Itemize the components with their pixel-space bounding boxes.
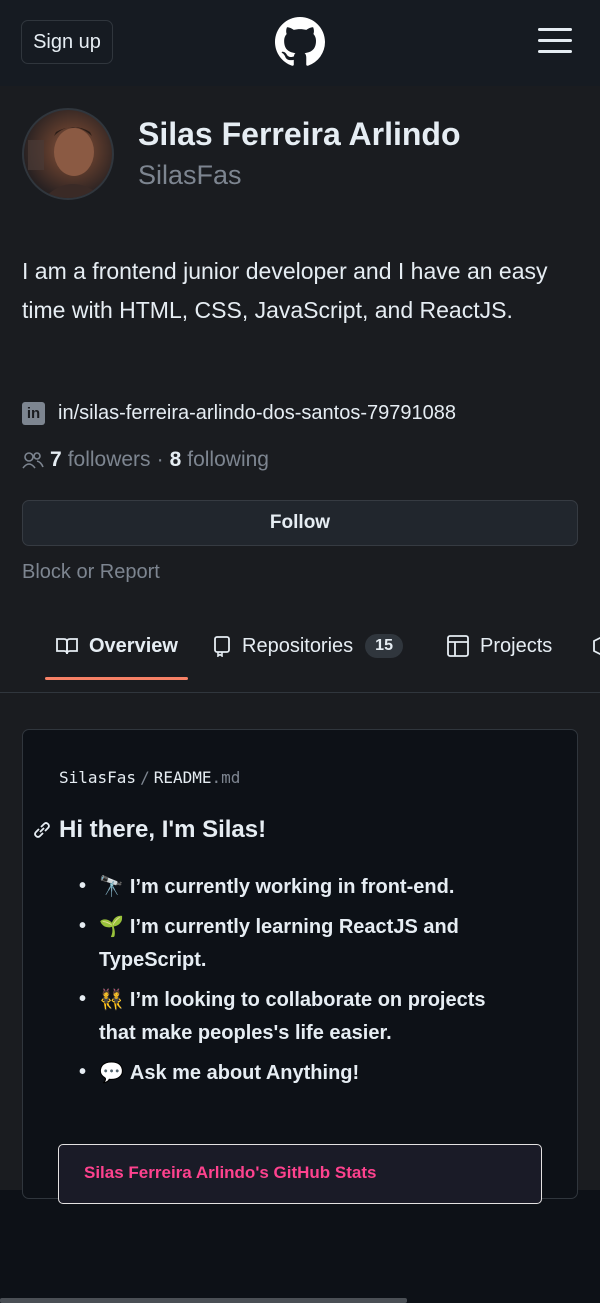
profile-tabs: Overview Repositories 15 Projects	[0, 612, 600, 1303]
tab-projects-label: Projects	[480, 634, 553, 657]
readme-owner[interactable]: SilasFas	[59, 768, 136, 787]
profile-login: SilasFas	[138, 160, 242, 190]
link-icon[interactable]	[31, 819, 53, 841]
following-label[interactable]: following	[187, 448, 269, 472]
hamburger-menu-icon[interactable]	[538, 28, 572, 54]
speech-bubble-icon: 💬	[99, 1060, 124, 1084]
selected-tab-underline	[45, 677, 188, 680]
follow-separator: ·	[156, 448, 164, 471]
list-item-text: I’m currently learning ReactJS and TypeS…	[99, 916, 459, 971]
profile-name: Silas Ferreira Arlindo	[138, 116, 461, 152]
followers-label[interactable]: followers	[68, 448, 151, 472]
list-item-text: I’m looking to collaborate on projects t…	[99, 989, 486, 1044]
tab-overview[interactable]: Overview	[55, 630, 178, 662]
table-icon	[447, 635, 469, 657]
tab-repositories[interactable]: Repositories 15	[212, 630, 403, 662]
follow-stats: 7 followers · 8 following	[22, 445, 269, 475]
path-separator: /	[140, 768, 150, 787]
followers-count[interactable]: 7	[50, 448, 62, 472]
list-item-text: I’m currently working in front-end.	[129, 876, 455, 898]
avatar[interactable]	[22, 108, 114, 200]
people-dancing-icon: 👯	[99, 987, 124, 1011]
list-item: 💬Ask me about Anything!	[79, 1056, 519, 1090]
tab-packages-partial[interactable]	[592, 630, 600, 662]
readme-heading-text: Hi there, I'm Silas!	[59, 816, 267, 843]
tab-projects[interactable]: Projects	[446, 630, 552, 662]
readme-extension: .md	[211, 768, 241, 787]
telescope-icon: 🔭	[99, 874, 124, 898]
follow-button[interactable]: Follow	[22, 500, 578, 546]
tab-repositories-label: Repositories	[242, 634, 354, 657]
github-stats-title: Silas Ferreira Arlindo's GitHub Stats	[84, 1163, 377, 1182]
repo-icon	[214, 636, 230, 657]
following-count[interactable]: 8	[170, 448, 182, 472]
list-item-text: Ask me about Anything!	[129, 1062, 360, 1084]
readme-path: SilasFas / README.md	[59, 768, 240, 787]
github-stats-card: Silas Ferreira Arlindo's GitHub Stats	[58, 1144, 542, 1204]
readme-heading: Hi there, I'm Silas!	[31, 816, 266, 844]
book-icon	[56, 638, 78, 655]
sign-up-button[interactable]: Sign up	[21, 20, 113, 64]
readme-card: SilasFas / README.md Hi there, I'm Silas! …	[22, 729, 578, 1204]
readme-filename[interactable]: README	[154, 768, 212, 787]
list-item: 🌱I’m currently learning ReactJS and Type…	[79, 910, 519, 977]
repositories-counter: 15	[365, 634, 403, 658]
linkedin-link-row[interactable]: in in/silas-ferreira-arlindo-dos-santos-…	[22, 398, 456, 428]
tabs-scrollbar[interactable]	[0, 1298, 407, 1303]
people-icon	[22, 452, 44, 469]
github-mark-icon[interactable]	[275, 17, 325, 67]
readme-list: 🔭I’m currently working in front-end. 🌱I’…	[79, 870, 519, 1096]
tab-overview-label: Overview	[89, 634, 178, 657]
linkedin-icon: in	[22, 401, 45, 425]
list-item: 🔭I’m currently working in front-end.	[79, 870, 519, 904]
linkedin-link[interactable]: in/silas-ferreira-arlindo-dos-santos-797…	[58, 402, 456, 425]
profile-bio: I am a frontend junior developer and I h…	[22, 258, 548, 323]
list-item: 👯I’m looking to collaborate on projects …	[79, 983, 519, 1050]
header-bar: Sign up	[0, 0, 600, 86]
block-or-report-link[interactable]: Block or Report	[22, 561, 160, 584]
package-icon	[593, 636, 600, 656]
seedling-icon: 🌱	[99, 914, 124, 938]
